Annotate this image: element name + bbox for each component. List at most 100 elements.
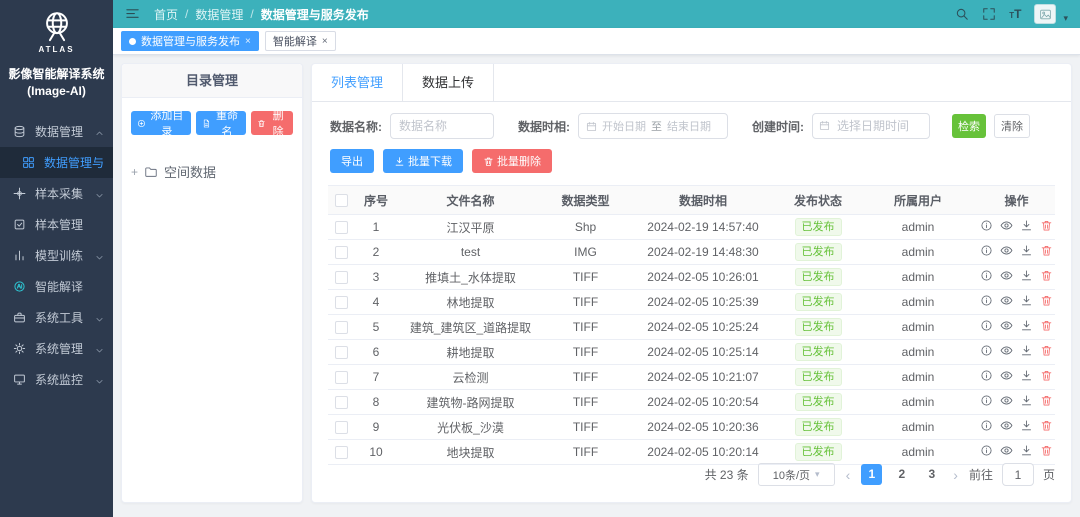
name-filter-input[interactable] [390, 113, 494, 139]
export-button[interactable]: 导出 [330, 149, 374, 173]
eye-icon[interactable] [1000, 369, 1013, 382]
download-icon[interactable] [1020, 369, 1033, 382]
avatar[interactable] [1034, 4, 1056, 24]
row-checkbox[interactable] [335, 446, 348, 459]
info-icon[interactable] [980, 219, 993, 232]
close-icon[interactable]: × [322, 36, 328, 47]
next-page-button[interactable]: › [951, 467, 960, 483]
eye-icon[interactable] [1000, 269, 1013, 282]
page-2-button[interactable]: 2 [891, 464, 912, 485]
eye-icon[interactable] [1000, 319, 1013, 332]
clear-button[interactable]: 清除 [994, 114, 1030, 138]
info-icon[interactable] [980, 269, 993, 282]
trash-icon[interactable] [1040, 219, 1053, 232]
info-icon[interactable] [980, 444, 993, 457]
batch-download-button[interactable]: 批量下载 [383, 149, 463, 173]
page-1-button[interactable]: 1 [861, 464, 882, 485]
eye-icon[interactable] [1000, 294, 1013, 307]
row-checkbox[interactable] [335, 246, 348, 259]
download-icon[interactable] [1020, 294, 1033, 307]
row-checkbox[interactable] [335, 321, 348, 334]
cell-type: TIFF [543, 315, 628, 340]
cell-time: 2024-02-05 10:25:39 [628, 290, 778, 315]
eye-icon[interactable] [1000, 344, 1013, 357]
page-size-select[interactable]: 10条/页 ▾ [758, 463, 835, 486]
tree-node-spatial-data[interactable]: + 空间数据 [131, 162, 293, 181]
trash-icon[interactable] [1040, 344, 1053, 357]
sidebar-item-ai-interpret[interactable]: 智能解译 [0, 271, 113, 302]
info-icon[interactable] [980, 294, 993, 307]
sidebar-item-system-monitor[interactable]: 系统监控 [0, 364, 113, 395]
page-3-button[interactable]: 3 [921, 464, 942, 485]
font-size-icon[interactable]: TT [1009, 7, 1021, 21]
eye-icon[interactable] [1000, 219, 1013, 232]
download-icon[interactable] [1020, 394, 1033, 407]
eye-icon[interactable] [1000, 244, 1013, 257]
row-checkbox[interactable] [335, 346, 348, 359]
cell-time: 2024-02-19 14:57:40 [628, 215, 778, 240]
sidebar-item-system-tools[interactable]: 系统工具 [0, 302, 113, 333]
tag-data-publish[interactable]: 数据管理与服务发布 × [121, 31, 259, 51]
sidebar-item-data-publish[interactable]: 数据管理与... [0, 147, 113, 178]
rename-button[interactable]: 重命名 [196, 111, 247, 135]
folder-icon [144, 165, 158, 179]
info-icon[interactable] [980, 244, 993, 257]
trash-icon[interactable] [1040, 444, 1053, 457]
select-all-checkbox[interactable] [335, 194, 348, 207]
info-icon[interactable] [980, 344, 993, 357]
cell-type: TIFF [543, 290, 628, 315]
info-icon[interactable] [980, 369, 993, 382]
add-directory-button[interactable]: 添加目录 [131, 111, 191, 135]
row-checkbox[interactable] [335, 271, 348, 284]
sidebar-item-sample-collect[interactable]: 样本采集 [0, 178, 113, 209]
breadcrumb-home[interactable]: 首页 [154, 6, 178, 23]
trash-icon[interactable] [1040, 394, 1053, 407]
trash-icon[interactable] [1040, 244, 1053, 257]
goto-page-input[interactable] [1002, 463, 1034, 486]
fullscreen-icon[interactable] [982, 7, 996, 21]
date-range-input[interactable]: 开始日期 至 结束日期 [578, 113, 728, 139]
sidebar-item-sample-manage[interactable]: 样本管理 [0, 209, 113, 240]
download-icon[interactable] [1020, 219, 1033, 232]
download-icon[interactable] [1020, 419, 1033, 432]
row-checkbox[interactable] [335, 421, 348, 434]
tree-expand-icon[interactable]: + [131, 165, 138, 179]
tab-list-manage[interactable]: 列表管理 [312, 64, 403, 101]
search-icon[interactable] [955, 7, 969, 21]
row-checkbox[interactable] [335, 396, 348, 409]
download-icon[interactable] [1020, 319, 1033, 332]
info-icon[interactable] [980, 419, 993, 432]
tag-ai-interpret[interactable]: 智能解译 × [265, 31, 336, 51]
download-icon[interactable] [1020, 444, 1033, 457]
delete-directory-button[interactable]: 删除 [251, 111, 293, 135]
trash-icon[interactable] [1040, 369, 1053, 382]
row-checkbox[interactable] [335, 221, 348, 234]
row-checkbox[interactable] [335, 296, 348, 309]
eye-icon[interactable] [1000, 444, 1013, 457]
eye-icon[interactable] [1000, 419, 1013, 432]
status-badge: 已发布 [795, 368, 842, 386]
search-button[interactable]: 检索 [952, 114, 986, 138]
row-checkbox[interactable] [335, 371, 348, 384]
prev-page-button[interactable]: ‹ [844, 467, 853, 483]
breadcrumb-data-management[interactable]: 数据管理 [195, 6, 243, 23]
sidebar-item-model-train[interactable]: 模型训练 [0, 240, 113, 271]
eye-icon[interactable] [1000, 394, 1013, 407]
close-icon[interactable]: × [245, 36, 251, 47]
hamburger-icon[interactable] [125, 6, 140, 22]
cell-name: 建筑_建筑区_道路提取 [398, 315, 543, 340]
info-icon[interactable] [980, 394, 993, 407]
trash-icon[interactable] [1040, 419, 1053, 432]
download-icon[interactable] [1020, 244, 1033, 257]
info-icon[interactable] [980, 319, 993, 332]
batch-delete-button[interactable]: 批量删除 [472, 149, 552, 173]
download-icon[interactable] [1020, 344, 1033, 357]
sidebar-item-data-management[interactable]: 数据管理 [0, 116, 113, 147]
trash-icon[interactable] [1040, 294, 1053, 307]
caret-down-icon[interactable]: ▾ [1063, 13, 1068, 24]
trash-icon[interactable] [1040, 319, 1053, 332]
sidebar-item-system-manage[interactable]: 系统管理 [0, 333, 113, 364]
download-icon[interactable] [1020, 269, 1033, 282]
tab-data-upload[interactable]: 数据上传 [403, 64, 494, 101]
trash-icon[interactable] [1040, 269, 1053, 282]
